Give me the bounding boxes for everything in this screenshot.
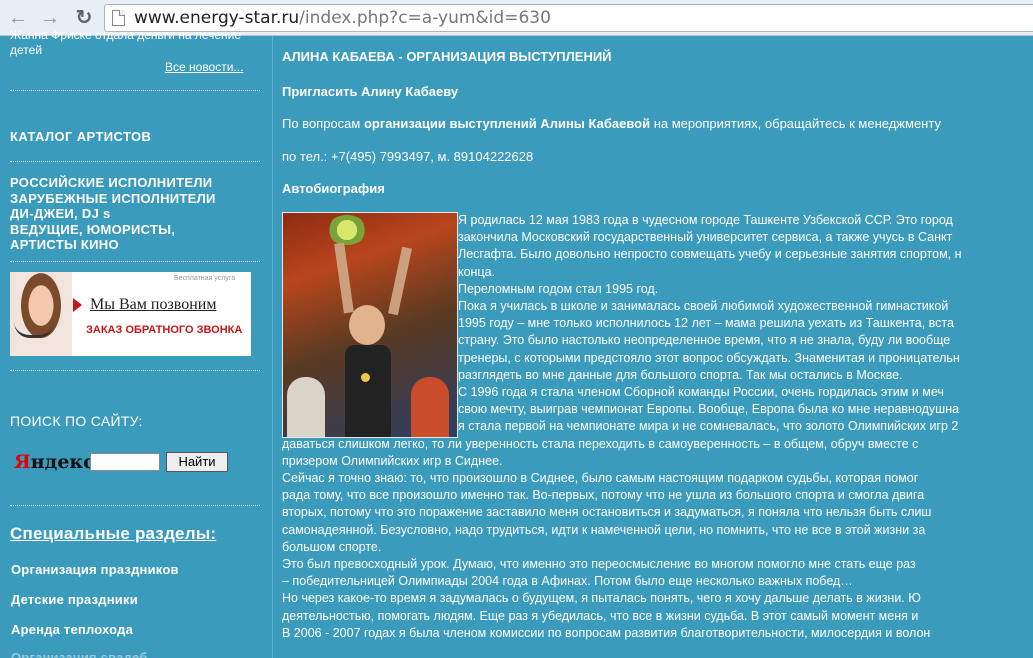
bio-line: призером Олимпийских игр в Сиднее. [282,453,503,468]
bio-line: конца. [458,264,496,279]
bio-line: Я родилась 12 мая 1983 года в чудесном г… [458,213,953,227]
catalog-item-actors[interactable]: АРТИСТЫ КИНО [10,237,260,253]
search-input[interactable] [90,453,160,471]
special-item-holidays[interactable]: Организация праздников [11,562,179,577]
invite-heading: Пригласить Алину Кабаеву [282,84,459,99]
headset-icon [14,322,54,338]
bio-line: В 2006 - 2007 годах я была членом комисс… [282,625,931,640]
bio-line: 1995 году – мне только исполнилось 12 ле… [458,316,954,331]
bio-line: Но через какое-то время я задумалась о б… [282,591,921,606]
yandex-logo: Яндекс [14,451,95,473]
banner-subtitle[interactable]: ЗАКАЗ ОБРАТНОГО ЗВОНКА [86,324,242,336]
divider [10,161,260,162]
biography-text: Я родилась 12 мая 1983 года в чудесном г… [282,212,1033,642]
search-label: ПОИСК ПО САЙТУ: [10,413,143,429]
catalog-title[interactable]: КАТАЛОГ АРТИСТОВ [10,129,151,144]
reload-icon[interactable]: ↻ [72,6,96,30]
bio-line: закончила Московский государственный уни… [458,230,953,245]
special-item-kids[interactable]: Детские праздники [11,592,138,607]
left-sidebar: Жанна Фриске отдала деньги на лечение де… [0,28,270,658]
callback-banner[interactable]: Бесплатная услуга Мы Вам позвоним ЗАКАЗ … [10,272,251,356]
url-text[interactable]: www.energy-star.ru/index.php?c=a-yum&id=… [134,8,551,28]
bio-line: рада тому, что все произошло именно так.… [282,488,925,503]
bio-heading: Автобиография [282,181,385,196]
main-content: АЛИНА КАБАЕВА - ОРГАНИЗАЦИЯ ВЫСТУПЛЕНИЙ … [272,36,1033,658]
special-item-boat[interactable]: Аренда теплохода [11,622,133,637]
catalog-item-russian[interactable]: РОССИЙСКИЕ ИСПОЛНИТЕЛИ [10,175,260,191]
back-arrow-icon[interactable]: ← [6,6,30,30]
divider [10,505,260,506]
bio-line: тренеры, с которыми предстояло этот вопр… [458,350,960,365]
forward-arrow-icon[interactable]: → [38,6,62,30]
bio-line: даваться слишком легко, то ли уверенност… [282,436,919,451]
all-news-link[interactable]: Все новости... [165,60,243,74]
catalog-item-hosts[interactable]: ВЕДУЩИЕ, ЮМОРИСТЫ, [10,222,260,238]
bio-line: страну. Это было настолько неопределенно… [458,333,951,348]
news-snippet[interactable]: Жанна Фриске отдала деньги на лечение де… [10,28,260,58]
bio-line: вторых, потому что это поражение застави… [282,505,932,520]
bio-line: разглядеть во мне данные для большого сп… [458,367,903,382]
bio-line: я стала первой на чемпионате мира и не с… [458,419,959,434]
special-sections-title[interactable]: Специальные разделы: [10,524,216,544]
bio-line: Лесгафта. Было довольно непросто совмеща… [458,247,962,262]
banner-headline[interactable]: Мы Вам позвоним [90,296,216,314]
catalog-list: РОССИЙСКИЕ ИСПОЛНИТЕЛИ ЗАРУБЕЖНЫЕ ИСПОЛН… [10,175,260,253]
banner-note: Бесплатная услуга [174,275,236,282]
catalog-item-foreign[interactable]: ЗАРУБЕЖНЫЕ ИСПОЛНИТЕЛИ [10,191,260,207]
special-item-weddings[interactable]: Организация свадеб [11,650,147,658]
arrow-icon [73,298,82,312]
search-button[interactable]: Найти [166,452,228,472]
divider [10,370,260,371]
bio-line: Пока я училась в школе и занималась свое… [458,299,949,314]
page-title: АЛИНА КАБАЕВА - ОРГАНИЗАЦИЯ ВЫСТУПЛЕНИЙ [282,49,612,64]
bio-line: деятельностью, помогать людям. Еще раз я… [282,608,919,623]
bio-line: – победительницей Олимпиады 2004 года в … [282,574,853,589]
bio-line: самонадеянной. Безусловно, надо трудитьс… [282,522,926,537]
bio-line: С 1996 года я стала членом Сборной коман… [458,385,944,400]
page-icon [112,10,125,26]
operator-avatar [10,272,72,356]
divider [10,261,260,262]
divider [10,90,260,91]
contact-text: По вопросам организации выступлений Алин… [282,116,941,131]
phone-text: по тел.: +7(495) 7993497, м. 89104222628 [282,149,534,164]
bio-line: свою мечту, выиграв чемпионат Европы. Во… [458,402,960,417]
catalog-item-djs[interactable]: ДИ-ДЖЕИ, DJ s [10,206,260,222]
bio-line: большом спорте. [282,539,382,554]
bio-line: Переломным годом стал 1995 год. [458,281,659,296]
bio-line: Сейчас я точно знаю: то, что произошло в… [282,471,919,486]
bio-line: Это был превосходный урок. Думаю, что им… [282,557,916,572]
